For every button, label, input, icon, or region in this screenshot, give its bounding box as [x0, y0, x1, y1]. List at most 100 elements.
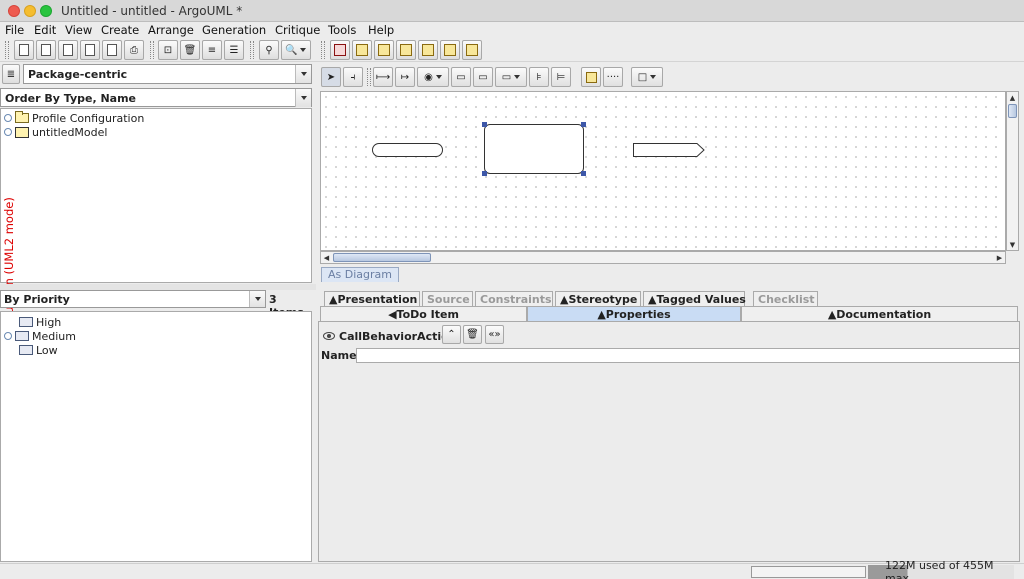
new-stereotype-button[interactable]: «»	[485, 325, 504, 344]
scroll-left-arrow[interactable]: ◀	[321, 252, 332, 263]
new-sequence-diagram-button[interactable]	[462, 40, 482, 60]
find-button[interactable]: ⚲	[259, 40, 279, 60]
explorer-config-button[interactable]: ≣	[2, 64, 20, 84]
tab-tagged-values[interactable]: ▲Tagged Values	[643, 291, 746, 306]
menu-generation[interactable]: Generation	[202, 23, 266, 37]
select-all-button[interactable]: ⊡	[158, 40, 178, 60]
scroll-up-arrow[interactable]: ▲	[1007, 92, 1018, 103]
accept-event-tool-button[interactable]: ▭	[473, 67, 493, 87]
join-tool-button[interactable]: ⊨	[551, 67, 571, 87]
arrow-cursor-icon: ➤	[326, 71, 336, 83]
canvas-vertical-scrollbar[interactable]: ▲ ▼	[1006, 91, 1019, 251]
new-collaboration-diagram-button[interactable]	[418, 40, 438, 60]
select-tool-button[interactable]: ➤	[321, 67, 341, 87]
maximize-window-button[interactable]	[40, 5, 52, 17]
name-field[interactable]	[356, 348, 1020, 363]
fork-tool-button[interactable]: ⊧	[529, 67, 549, 87]
status-progress-field	[751, 566, 866, 578]
vertical-scroll-thumb[interactable]	[1008, 104, 1017, 118]
todo-node-medium[interactable]: Medium	[4, 329, 76, 343]
resize-handle[interactable]	[581, 171, 586, 176]
menu-create[interactable]: Create	[101, 23, 139, 37]
export-button[interactable]	[102, 40, 122, 60]
scroll-right-arrow[interactable]: ▶	[994, 252, 1005, 263]
canvas-horizontal-scrollbar[interactable]: ◀ ▶	[320, 251, 1006, 264]
tab-constraints[interactable]: Constraints	[475, 291, 553, 306]
diagram-canvas[interactable]	[320, 91, 1006, 251]
flow-tool-button[interactable]: ↦	[395, 67, 415, 87]
delete-button[interactable]: 🗑	[180, 40, 200, 60]
navigate-up-button[interactable]: ⌃	[442, 325, 461, 344]
menu-critique[interactable]: Critique	[275, 23, 320, 37]
print-button[interactable]: ⎙	[124, 40, 144, 60]
memory-indicator[interactable]: 122M used of 455M max	[868, 559, 1014, 579]
tree-node-untitled-model[interactable]: untitledModel	[4, 125, 107, 139]
menu-edit[interactable]: Edit	[34, 23, 56, 37]
node-dropdown-button[interactable]: ▭	[495, 67, 527, 87]
action-state-node[interactable]	[372, 143, 443, 157]
menu-arrange[interactable]: Arrange	[148, 23, 194, 37]
send-signal-tool-button[interactable]: ▭	[451, 67, 471, 87]
todo-tree[interactable]: High Medium Low	[0, 311, 312, 562]
transition-tool-button[interactable]: ⟼	[373, 67, 393, 87]
toolbar-grip[interactable]	[321, 41, 325, 59]
new-activity-diagram-button[interactable]	[396, 40, 416, 60]
horizontal-scroll-thumb[interactable]	[333, 253, 431, 262]
broom-icon: ⫞	[350, 71, 356, 83]
tab-todo-item[interactable]: ◀ToDo Item	[320, 306, 527, 321]
ordering-dropdown-arrow[interactable]	[295, 89, 311, 107]
expand-icon[interactable]	[4, 128, 12, 136]
toolbar-grip[interactable]	[5, 41, 9, 59]
send-signal-node[interactable]	[633, 143, 705, 157]
menu-tools[interactable]: Tools	[328, 23, 356, 37]
resize-handle[interactable]	[482, 171, 487, 176]
tab-presentation[interactable]: ▲Presentation	[324, 291, 420, 306]
align-button[interactable]: ≡	[202, 40, 222, 60]
comment-tool-button[interactable]	[581, 67, 601, 87]
explorer-tree[interactable]: Profile Configuration untitledModel stru…	[0, 108, 312, 329]
delete-element-button[interactable]: 🗑	[463, 325, 482, 344]
new-class-diagram-button[interactable]	[330, 40, 350, 60]
todo-grouping-dropdown-arrow[interactable]	[249, 291, 265, 307]
menu-help[interactable]: Help	[368, 23, 394, 37]
toolbar-grip[interactable]	[250, 41, 254, 59]
expand-icon[interactable]	[4, 332, 12, 340]
distribute-button[interactable]: ☰	[224, 40, 244, 60]
save-as-button[interactable]	[80, 40, 100, 60]
resize-handle[interactable]	[581, 122, 586, 127]
menu-file[interactable]: File	[5, 23, 24, 37]
tree-node-profile-configuration[interactable]: Profile Configuration	[4, 111, 144, 125]
new-usecase-diagram-button[interactable]	[352, 40, 372, 60]
todo-grouping-select[interactable]: By Priority	[0, 290, 266, 308]
tab-stereotype[interactable]: ▲Stereotype	[555, 291, 641, 306]
close-window-button[interactable]	[8, 5, 20, 17]
tab-source[interactable]: Source	[422, 291, 473, 306]
todo-node-high[interactable]: High	[19, 315, 61, 329]
tab-as-diagram[interactable]: As Diagram	[321, 267, 399, 282]
save-project-button[interactable]	[58, 40, 78, 60]
action-state-dropdown-button[interactable]: ◉	[417, 67, 449, 87]
resize-handle[interactable]	[482, 122, 487, 127]
menu-view[interactable]: View	[65, 23, 92, 37]
scroll-down-arrow[interactable]: ▼	[1007, 239, 1018, 250]
expand-icon[interactable]	[4, 114, 12, 122]
toolbar-grip[interactable]	[150, 41, 154, 59]
new-statechart-button[interactable]	[374, 40, 394, 60]
perspective-select[interactable]: Package-centric	[23, 64, 312, 84]
shape-dropdown-button[interactable]: □	[631, 67, 663, 87]
new-project-button[interactable]	[14, 40, 34, 60]
zoom-dropdown-button[interactable]: 🔍	[281, 40, 311, 60]
minimize-window-button[interactable]	[24, 5, 36, 17]
tab-properties[interactable]: ▲Properties	[527, 306, 741, 321]
open-project-button[interactable]	[36, 40, 56, 60]
toolbar-grip[interactable]	[367, 68, 371, 86]
perspective-dropdown-arrow[interactable]	[295, 65, 311, 83]
ordering-select[interactable]: Order By Type, Name	[0, 88, 312, 107]
todo-node-low[interactable]: Low	[19, 343, 58, 357]
comment-link-tool-button[interactable]: ····	[603, 67, 623, 87]
tab-checklist[interactable]: Checklist	[753, 291, 818, 306]
selected-call-behavior-action-node[interactable]	[484, 124, 584, 174]
broom-tool-button[interactable]: ⫞	[343, 67, 363, 87]
tab-documentation[interactable]: ▲Documentation	[741, 306, 1018, 321]
new-deployment-diagram-button[interactable]	[440, 40, 460, 60]
